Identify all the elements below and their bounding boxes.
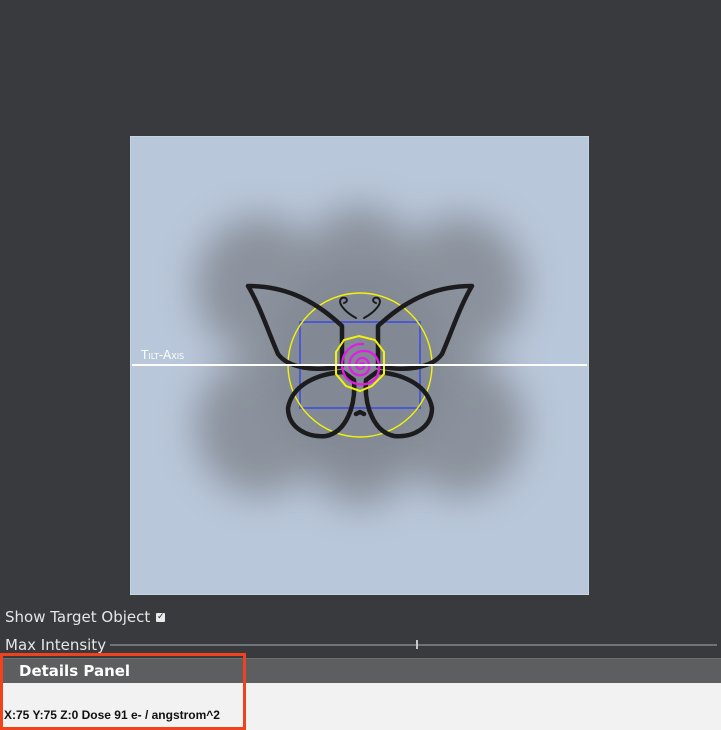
show-target-object-checkbox[interactable]: ✓ [156,611,166,622]
details-panel-body: X:75 Y:75 Z:0 Dose 91 e- / angstrom^2 [0,683,721,730]
max-intensity-label: Max Intensity [5,636,107,654]
tilt-axis-label: Tilt-Axis [140,348,184,362]
checkbox-checked-icon: ✓ [157,611,165,622]
max-intensity-slider[interactable] [110,640,717,649]
details-panel-header[interactable]: Details Panel [0,658,721,683]
image-viewer[interactable]: Tilt-Axis [130,136,589,595]
details-panel-title: Details Panel [19,662,131,680]
show-target-object-label: Show Target Object [5,608,151,626]
viewer-canvas[interactable]: Tilt-Axis [130,136,589,595]
show-target-object-row[interactable]: Show Target Object ✓ [5,607,166,627]
max-intensity-slider-thumb[interactable] [416,640,419,649]
details-status-text: X:75 Y:75 Z:0 Dose 91 e- / angstrom^2 [4,708,220,722]
max-intensity-row: Max Intensity [5,635,717,655]
